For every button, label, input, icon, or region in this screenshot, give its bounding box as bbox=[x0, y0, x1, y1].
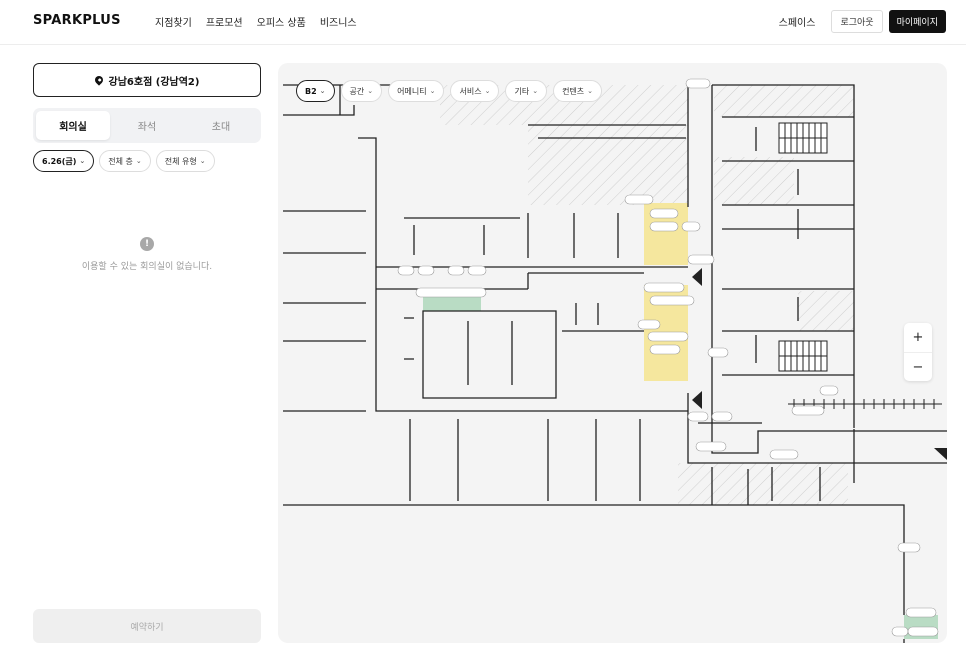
nav-branch-search[interactable]: 지점찾기 bbox=[155, 14, 192, 29]
empty-state: ! 이용할 수 있는 회의실이 없습니다. bbox=[33, 237, 261, 272]
space-link[interactable]: 스페이스 bbox=[779, 14, 816, 29]
chevron-down-icon: ⌄ bbox=[532, 87, 539, 95]
hatched-area bbox=[678, 463, 848, 505]
chevron-down-icon: ⌄ bbox=[79, 157, 86, 165]
date-filter[interactable]: 6.26(금) ⌄ bbox=[33, 150, 95, 172]
tab-meeting-room[interactable]: 회의실 bbox=[36, 111, 110, 140]
hatched-area bbox=[714, 157, 794, 205]
chevron-down-icon: ⌄ bbox=[319, 87, 326, 95]
zoom-in-button[interactable]: + bbox=[904, 323, 932, 352]
booking-tabs: 회의실 좌석 초대 bbox=[33, 108, 261, 143]
map-filter-etc[interactable]: 기타 ⌄ bbox=[505, 80, 548, 102]
hatched-area bbox=[798, 291, 854, 331]
date-filter-label: 6.26(금) bbox=[42, 156, 77, 166]
map-filter-label: 어메니티 bbox=[397, 86, 427, 96]
info-icon: ! bbox=[140, 237, 154, 251]
chevron-down-icon: ⌄ bbox=[199, 157, 206, 165]
top-header: SPARKPLUS 지점찾기 프로모션 오피스 상품 비즈니스 스페이스 로그아… bbox=[0, 0, 966, 45]
logout-button[interactable]: 로그아웃 bbox=[831, 10, 883, 33]
zoom-out-button[interactable]: − bbox=[904, 352, 932, 381]
tab-seat[interactable]: 좌석 bbox=[110, 111, 184, 140]
map-filter-label: 컨텐츠 bbox=[562, 86, 585, 96]
map-filter-label: 기타 bbox=[514, 86, 530, 96]
sparkplus-logo[interactable]: SPARKPLUS bbox=[33, 13, 121, 28]
chevron-down-icon: ⌄ bbox=[484, 87, 491, 95]
arrow-down-icon bbox=[934, 448, 947, 460]
type-filter[interactable]: 전체 유형 ⌄ bbox=[155, 150, 215, 172]
chevron-down-icon: ⌄ bbox=[587, 87, 594, 95]
nav-office-products[interactable]: 오피스 상품 bbox=[257, 14, 306, 29]
floor-selector-label: B2 bbox=[305, 86, 317, 96]
arrow-left-icon bbox=[692, 391, 702, 409]
map-filter-label: 서비스 bbox=[459, 86, 482, 96]
tab-invite[interactable]: 초대 bbox=[184, 111, 258, 140]
hatched-area bbox=[528, 125, 688, 205]
floor-map[interactable] bbox=[278, 63, 947, 643]
chevron-down-icon: ⌄ bbox=[135, 157, 142, 165]
arrow-left-icon bbox=[692, 268, 702, 286]
nav-business[interactable]: 비즈니스 bbox=[320, 14, 357, 29]
reserve-button[interactable]: 예약하기 bbox=[33, 609, 261, 643]
room-filters: 6.26(금) ⌄ 전체 층 ⌄ 전체 유형 ⌄ bbox=[33, 150, 215, 172]
chevron-down-icon: ⌄ bbox=[429, 87, 436, 95]
branch-name: 강남6호점 (강남역2) bbox=[108, 76, 200, 88]
empty-message: 이용할 수 있는 회의실이 없습니다. bbox=[81, 262, 213, 272]
nav-promotion[interactable]: 프로모션 bbox=[206, 14, 243, 29]
map-filter-service[interactable]: 서비스 ⌄ bbox=[450, 80, 500, 102]
floor-filter-label: 전체 층 bbox=[108, 156, 133, 166]
zoom-controls: + − bbox=[904, 323, 932, 381]
map-filter-label: 공간 bbox=[349, 86, 365, 96]
map-filter-space[interactable]: 공간 ⌄ bbox=[340, 80, 383, 102]
map-filter-bar: B2 ⌄ 공간 ⌄ 어메니티 ⌄ 서비스 ⌄ 기타 ⌄ 컨텐츠 ⌄ bbox=[296, 80, 603, 102]
chevron-down-icon: ⌄ bbox=[367, 87, 374, 95]
hatched-area bbox=[714, 85, 854, 117]
mypage-button[interactable]: 마이페이지 bbox=[888, 10, 946, 33]
floor-plan-drawing bbox=[283, 78, 947, 643]
main-nav: 지점찾기 프로모션 오피스 상품 비즈니스 bbox=[155, 14, 357, 29]
branch-selector[interactable]: 강남6호점 (강남역2) bbox=[33, 63, 261, 97]
map-filter-amenity[interactable]: 어메니티 ⌄ bbox=[388, 80, 445, 102]
floor-selector[interactable]: B2 ⌄ bbox=[296, 80, 335, 102]
highlight-room-green bbox=[423, 297, 481, 311]
location-pin-icon bbox=[92, 74, 105, 86]
map-filter-content[interactable]: 컨텐츠 ⌄ bbox=[553, 80, 603, 102]
floor-filter[interactable]: 전체 층 ⌄ bbox=[99, 150, 151, 172]
type-filter-label: 전체 유형 bbox=[164, 156, 197, 166]
header-actions: 스페이스 로그아웃 마이페이지 bbox=[779, 10, 946, 33]
